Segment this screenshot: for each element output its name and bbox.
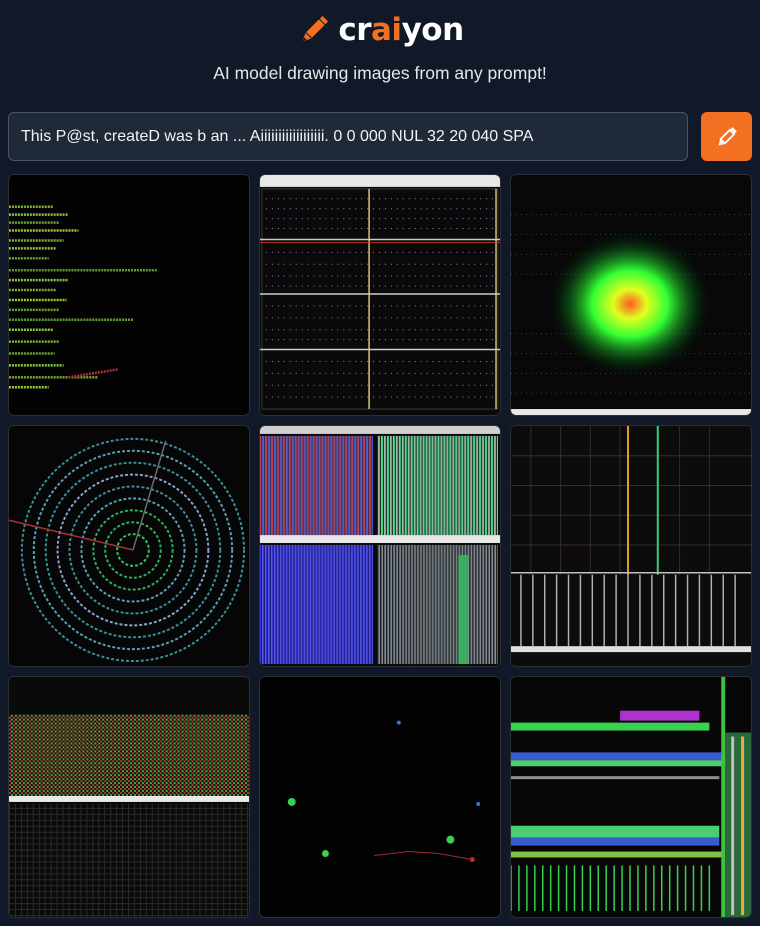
result-image-6[interactable] bbox=[510, 425, 752, 667]
generated-image bbox=[9, 175, 249, 415]
result-image-9[interactable] bbox=[510, 676, 752, 918]
generated-image bbox=[9, 677, 249, 917]
result-image-2[interactable] bbox=[259, 174, 501, 416]
generated-image bbox=[260, 175, 500, 415]
result-image-7[interactable] bbox=[8, 676, 250, 918]
results-grid bbox=[0, 0, 760, 926]
generated-image bbox=[9, 426, 249, 666]
result-image-8[interactable] bbox=[259, 676, 501, 918]
result-image-1[interactable] bbox=[8, 174, 250, 416]
generated-image bbox=[511, 175, 751, 415]
result-image-5[interactable] bbox=[259, 425, 501, 667]
generated-image bbox=[511, 677, 751, 917]
result-image-3[interactable] bbox=[510, 174, 752, 416]
result-image-4[interactable] bbox=[8, 425, 250, 667]
generated-image bbox=[260, 426, 500, 666]
generated-image bbox=[260, 677, 500, 917]
generated-image bbox=[511, 426, 751, 666]
